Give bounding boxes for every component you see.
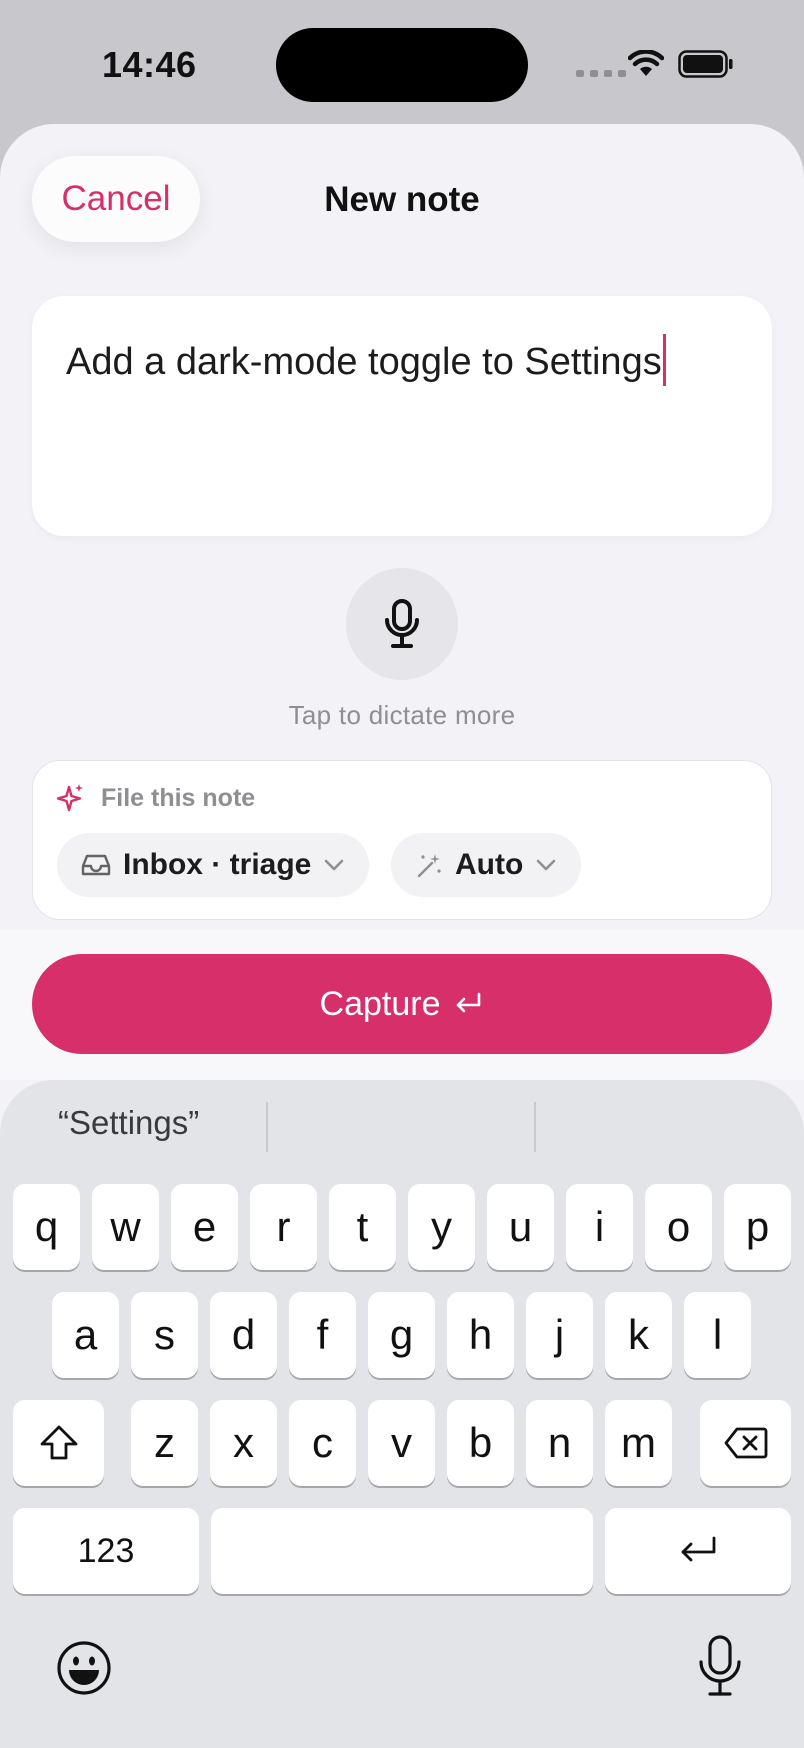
key-w[interactable]: w <box>92 1184 159 1270</box>
key-t[interactable]: t <box>329 1184 396 1270</box>
dynamic-island <box>276 28 528 102</box>
chevron-down-icon <box>537 859 556 871</box>
key-j[interactable]: j <box>526 1292 593 1378</box>
file-card-label: File this note <box>101 783 256 812</box>
backspace-icon <box>724 1427 767 1459</box>
key-d[interactable]: d <box>210 1292 277 1378</box>
key-y[interactable]: y <box>408 1184 475 1270</box>
battery-icon <box>678 50 733 78</box>
key-z[interactable]: z <box>131 1400 198 1486</box>
backspace-key[interactable] <box>700 1400 791 1486</box>
suggestion-divider <box>534 1102 536 1152</box>
text-cursor <box>662 334 666 386</box>
file-note-card: File this note Inbox · triage Auto <box>32 760 772 920</box>
capture-label: Capture <box>319 984 441 1023</box>
dictate-button[interactable] <box>346 568 458 680</box>
sparkles-icon <box>57 784 83 812</box>
cellular-signal-icon <box>576 70 626 77</box>
wifi-icon <box>628 50 664 76</box>
suggestion-divider <box>266 1102 268 1152</box>
key-b[interactable]: b <box>447 1400 514 1486</box>
filing-mode-picker[interactable]: Auto <box>391 833 582 897</box>
capture-button[interactable]: Capture <box>32 954 772 1054</box>
new-note-sheet: Cancel New note Add a dark-mode toggle t… <box>0 124 804 1748</box>
file-card-header: File this note <box>57 783 255 813</box>
key-r[interactable]: r <box>250 1184 317 1270</box>
suggestion-item[interactable]: “Settings” <box>58 1104 199 1142</box>
note-text-value: Add a dark-mode toggle to Settings <box>66 341 662 384</box>
return-icon <box>681 1536 716 1562</box>
destination-picker[interactable]: Inbox · triage <box>57 833 370 897</box>
magic-wand-icon <box>417 854 441 878</box>
return-key[interactable] <box>605 1508 791 1594</box>
page-title: New note <box>324 180 480 219</box>
dictation-mic-icon[interactable] <box>696 1634 744 1698</box>
suggestion-bar: “Settings” <box>0 1098 804 1154</box>
status-time: 14:46 <box>102 44 197 85</box>
destination-label: Inbox · triage <box>123 848 312 881</box>
space-key[interactable] <box>211 1508 593 1594</box>
key-x[interactable]: x <box>210 1400 277 1486</box>
inbox-tray-icon <box>81 854 111 876</box>
key-v[interactable]: v <box>368 1400 435 1486</box>
key-i[interactable]: i <box>566 1184 633 1270</box>
chevron-down-icon <box>325 859 344 871</box>
key-p[interactable]: p <box>724 1184 791 1270</box>
key-u[interactable]: u <box>487 1184 554 1270</box>
key-q[interactable]: q <box>13 1184 80 1270</box>
key-m[interactable]: m <box>605 1400 672 1486</box>
microphone-icon <box>385 599 419 648</box>
key-c[interactable]: c <box>289 1400 356 1486</box>
key-s[interactable]: s <box>131 1292 198 1378</box>
note-text-content: Add a dark-mode toggle to Settings <box>66 334 666 390</box>
keyboard: “Settings” q w e r t y u i o p a s d f g… <box>0 1080 804 1748</box>
key-o[interactable]: o <box>645 1184 712 1270</box>
key-h[interactable]: h <box>447 1292 514 1378</box>
emoji-icon[interactable] <box>56 1640 112 1696</box>
shift-icon <box>40 1425 77 1460</box>
numbers-key[interactable]: 123 <box>13 1508 199 1594</box>
shift-key[interactable] <box>13 1400 104 1486</box>
note-text-area[interactable]: Add a dark-mode toggle to Settings <box>32 296 772 536</box>
key-l[interactable]: l <box>684 1292 751 1378</box>
return-icon <box>457 992 481 1013</box>
key-g[interactable]: g <box>368 1292 435 1378</box>
key-n[interactable]: n <box>526 1400 593 1486</box>
key-k[interactable]: k <box>605 1292 672 1378</box>
filing-mode-label: Auto <box>455 848 524 881</box>
dictate-hint: Tap to dictate more <box>288 700 516 730</box>
key-f[interactable]: f <box>289 1292 356 1378</box>
key-e[interactable]: e <box>171 1184 238 1270</box>
key-a[interactable]: a <box>52 1292 119 1378</box>
